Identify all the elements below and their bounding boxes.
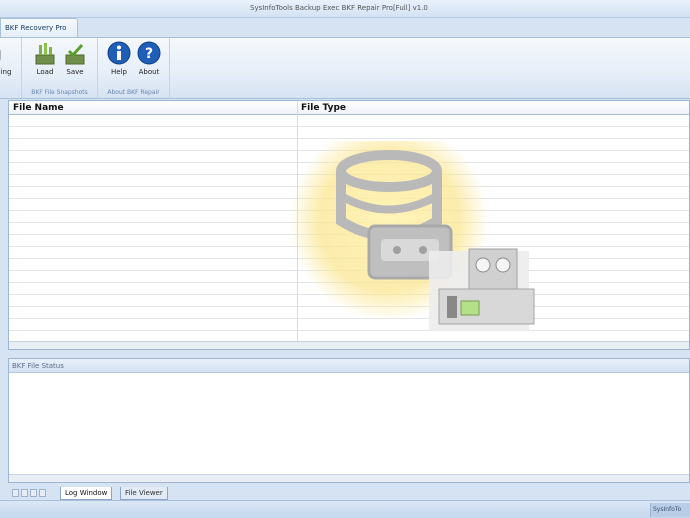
about-icon: ?: [137, 41, 161, 65]
column-header-file-name[interactable]: File Name: [13, 103, 64, 113]
bkf-recovery-watermark-icon: [289, 141, 535, 331]
ribbon-group-about: Help ? About About BKF Repair: [98, 38, 170, 98]
status-panel-header: BKF File Status: [9, 359, 689, 373]
tab-file-viewer[interactable]: File Viewer: [120, 487, 168, 500]
save-icon: [65, 43, 85, 65]
status-panel: BKF File Status: [8, 358, 690, 483]
tab-nav-prev-button[interactable]: [21, 489, 28, 497]
panel-splitter[interactable]: [8, 350, 690, 358]
ribbon-tab-label: BKF Recovery Pro: [5, 24, 67, 32]
save-button[interactable]: Save: [60, 40, 90, 78]
group-label-about: About BKF Repair: [107, 89, 160, 96]
save-button-label: Save: [66, 68, 84, 76]
left-edge-strip: [0, 100, 8, 490]
status-horizontal-scrollbar[interactable]: [9, 474, 689, 482]
svg-text:?: ?: [145, 46, 153, 62]
tab-nav-next-button[interactable]: [30, 489, 37, 497]
ribbon: ing Load Save BKF File Snapshots Help ? …: [0, 37, 690, 99]
grid-horizontal-scrollbar[interactable]: [9, 341, 689, 349]
about-button-label: About: [138, 68, 160, 76]
help-button[interactable]: Help: [104, 40, 134, 78]
help-icon: [107, 41, 131, 65]
ribbon-group-partial: ing: [0, 38, 22, 98]
load-icon: [35, 43, 55, 65]
status-panel-title: BKF File Status: [12, 362, 64, 370]
column-header-file-type[interactable]: File Type: [301, 103, 346, 113]
tab-nav-first-button[interactable]: [12, 489, 19, 497]
about-button[interactable]: ? About: [134, 40, 164, 78]
ribbon-tab-bkf-recovery[interactable]: BKF Recovery Pro: [0, 18, 78, 38]
grid-header: File Name File Type: [9, 101, 689, 115]
title-bar: SysInfoTools Backup Exec BKF Repair Pro[…: [0, 0, 690, 18]
load-button-label: Load: [36, 68, 54, 76]
ribbon-group-snapshots: Load Save BKF File Snapshots: [22, 38, 98, 98]
file-grid[interactable]: File Name File Type: [8, 100, 690, 350]
status-bar: SysInfoTo: [0, 500, 690, 518]
partial-ribbon-button[interactable]: ing: [0, 40, 20, 78]
load-button[interactable]: Load: [30, 40, 60, 78]
help-button-label: Help: [111, 68, 127, 76]
tab-nav-last-button[interactable]: [39, 489, 46, 497]
ribbon-tab-row: BKF Recovery Pro: [0, 18, 690, 38]
group-label-snapshots: BKF File Snapshots: [31, 89, 88, 96]
tab-log-window[interactable]: Log Window: [60, 487, 113, 500]
window-title: SysInfoTools Backup Exec BKF Repair Pro[…: [250, 4, 428, 12]
bottom-tab-strip: Log Window File Viewer: [8, 486, 690, 500]
partial-button-label: ing: [0, 68, 12, 76]
status-bar-text: SysInfoTo: [650, 503, 690, 517]
